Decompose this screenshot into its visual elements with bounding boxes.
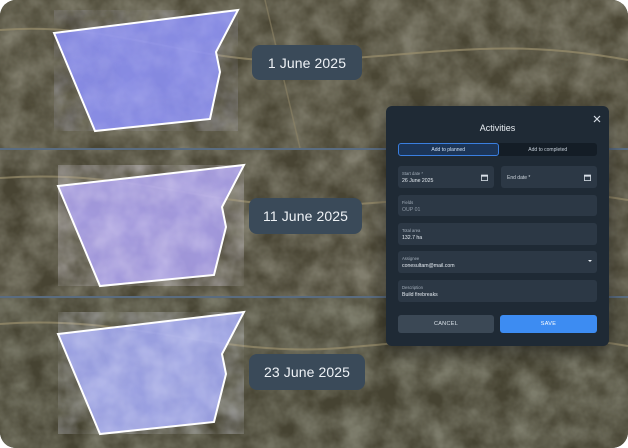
activities-modal: Activities Add to planned Add to complet… [386,106,609,346]
snapshot-date-badge: 1 June 2025 [252,45,362,80]
description-label: Description [402,285,423,290]
activity-type-toggle: Add to planned Add to completed [398,143,597,156]
description-field[interactable]: Description Build firebreaks [398,280,597,302]
assignee-value: conesultam@mail.com [402,263,455,269]
total-area-label: Total area [402,228,421,233]
snapshot-date-badge: 23 June 2025 [249,354,365,390]
app-frame: 1 June 2025 11 June 2025 23 June 2025 Ac… [0,0,628,448]
cancel-button[interactable]: CANCEL [398,315,494,333]
end-date-placeholder: End date * [507,175,531,181]
assignee-select[interactable]: Assignee conesultam@mail.com [398,251,597,273]
start-date-label: Start date * [402,171,423,176]
save-button[interactable]: SAVE [500,315,597,333]
description-value: Build firebreaks [402,292,438,298]
total-area-value: 132.7 ha [402,235,423,241]
fields-value: OUP 01 [402,207,421,213]
total-area-field: Total area 132.7 ha [398,223,597,245]
start-date-value: 26 June 2025 [402,178,434,184]
start-date-field[interactable]: Start date * 26 June 2025 [398,166,494,188]
fields-field: Fields OUP 01 [398,195,597,216]
modal-title: Activities [479,123,516,133]
end-date-field[interactable]: End date * [501,166,597,188]
fields-label: Fields [402,200,414,205]
snapshot-date-badge: 11 June 2025 [249,198,362,234]
chevron-down-icon[interactable] [588,260,592,262]
calendar-icon[interactable] [584,174,591,181]
assignee-label: Assignee [402,256,420,261]
tab-add-to-completed[interactable]: Add to completed [499,143,598,156]
calendar-icon[interactable] [481,174,488,181]
tab-add-to-planned[interactable]: Add to planned [398,143,499,156]
